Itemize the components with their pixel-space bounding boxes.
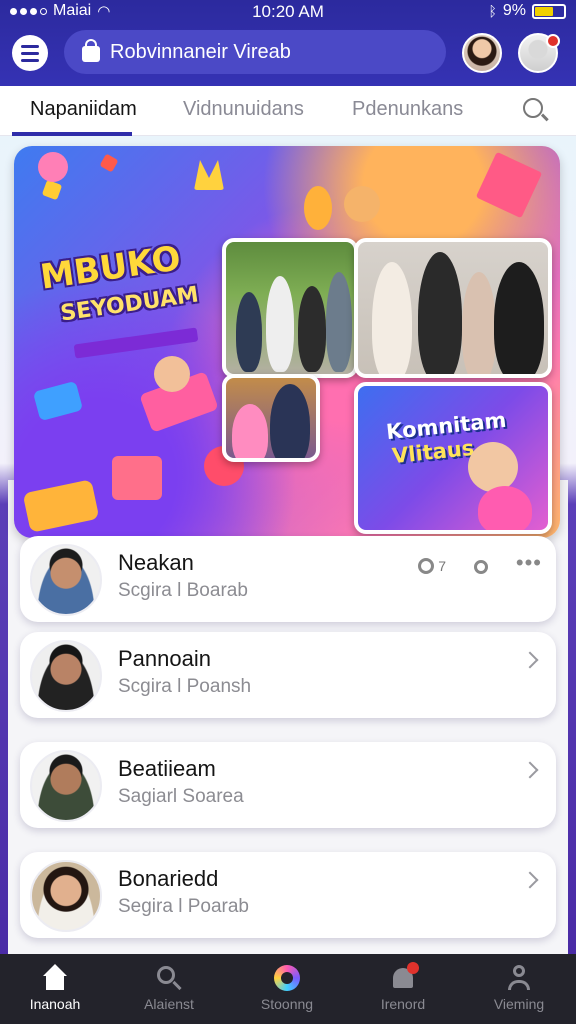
streaming-icon: [273, 964, 301, 992]
notification-badge: [546, 34, 560, 48]
character-face: [468, 442, 518, 492]
user-icon: [505, 964, 533, 992]
cube-decoration: [475, 151, 543, 219]
controller-decoration: [32, 380, 84, 422]
comment-icon: [418, 558, 435, 574]
avatar: [30, 750, 102, 822]
contact-subtitle: Segira l Poarab: [118, 896, 249, 917]
music-photo: [222, 374, 320, 462]
contact-subtitle: Scgira l Poansh: [118, 676, 252, 697]
status-bar: Maiai ◠ 10:20 AM ᛒ 9%: [0, 0, 576, 24]
search-text: Robvinnaneir Vireab: [110, 40, 291, 63]
profile-avatar[interactable]: [462, 33, 502, 73]
gift-decoration: [22, 479, 100, 533]
battery-icon: [532, 3, 566, 19]
list-item[interactable]: Pannoain Scgira l Poansh: [20, 632, 556, 718]
nav-search[interactable]: Alaienst: [114, 964, 224, 1012]
contact-name: Pannoain: [118, 646, 211, 671]
nav-label: Inanoah: [29, 996, 81, 1012]
home-icon: [41, 964, 69, 992]
family-photo: [354, 238, 552, 378]
balloon-decoration: [38, 152, 68, 182]
bluetooth-icon: ᛒ: [488, 3, 497, 19]
list-item[interactable]: Bonariedd Segira l Poarab: [20, 852, 556, 938]
character-decoration: [154, 356, 190, 392]
avatar: [30, 860, 102, 932]
list-item[interactable]: Neakan Scgira l Boarab 7 •••: [20, 536, 556, 622]
community-card[interactable]: Komnitam Vlitaus: [354, 382, 552, 534]
menu-button[interactable]: [12, 35, 48, 71]
gift-decoration: [112, 456, 162, 500]
crown-icon: [194, 160, 224, 190]
bell-icon: [389, 962, 419, 992]
character-body: [478, 486, 532, 530]
nav-label: Stoonng: [260, 996, 314, 1012]
contact-name: Neakan: [118, 550, 194, 575]
chevron-right-icon[interactable]: [521, 761, 539, 779]
list-item[interactable]: Beatiieam Sagiarl Soarea: [20, 742, 556, 828]
confetti-decoration: [99, 153, 119, 173]
status-icon[interactable]: [474, 560, 488, 574]
contact-name: Bonariedd: [118, 866, 219, 891]
bottom-nav: Inanoah Alaienst Stoonng Irenord Vieming: [0, 954, 576, 1024]
tab-vidnunuidans[interactable]: Vidnunuidans: [183, 98, 304, 121]
nav-label: Irenord: [380, 996, 426, 1012]
nav-notifications[interactable]: Irenord: [348, 962, 458, 1012]
tab-pdenunkans[interactable]: Pdenunkans: [352, 98, 463, 121]
avatar: [30, 640, 102, 712]
comment-count[interactable]: 7: [418, 558, 446, 574]
nav-home[interactable]: Inanoah: [0, 964, 110, 1012]
battery-percent: 9%: [502, 2, 526, 19]
balloon-decoration: [304, 186, 332, 230]
chevron-right-icon[interactable]: [521, 651, 539, 669]
more-options-icon[interactable]: •••: [516, 550, 542, 576]
nav-profile[interactable]: Vieming: [464, 964, 574, 1012]
character-decoration: [344, 186, 380, 222]
nav-streaming[interactable]: Stoonng: [232, 964, 342, 1012]
search-icon: [155, 964, 183, 992]
group-photo: [222, 238, 358, 378]
tab-napaniidam[interactable]: Napaniidam: [30, 98, 137, 121]
search-icon[interactable]: [523, 98, 543, 118]
contact-subtitle: Sagiarl Soarea: [118, 786, 244, 807]
search-bar[interactable]: Robvinnaneir Vireab: [64, 30, 446, 74]
hero-banner[interactable]: MBUKO SEYODUAM Komnitam Vlitaus: [14, 146, 560, 538]
contact-name: Beatiieam: [118, 756, 216, 781]
confetti-decoration: [41, 179, 63, 201]
nav-label: Vieming: [493, 996, 545, 1012]
nav-label: Alaienst: [144, 996, 194, 1012]
avatar: [30, 544, 102, 616]
tab-bar: Napaniidam Vidnunuidans Pdenunkans: [0, 86, 576, 136]
chevron-right-icon[interactable]: [521, 871, 539, 889]
app-header: Maiai ◠ 10:20 AM ᛒ 9% Robvinnaneir Virea…: [0, 0, 576, 86]
contact-subtitle: Scgira l Boarab: [118, 580, 248, 601]
lock-icon: [82, 39, 100, 62]
hero-ribbon: [73, 327, 199, 359]
